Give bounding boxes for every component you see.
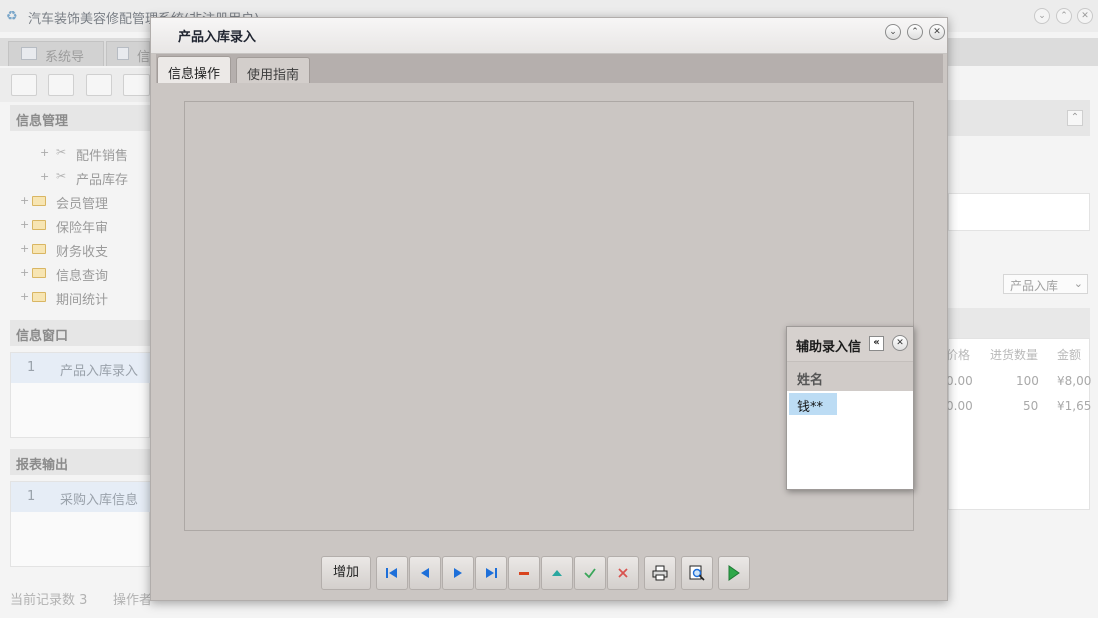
assist-entry-popup: 辅助录入信 « ✕ 姓名 钱** [786, 326, 914, 490]
grid-icon [117, 47, 129, 60]
tab-user-guide[interactable]: 使用指南 [236, 57, 311, 83]
monitor-icon [21, 47, 37, 60]
users-tool-icon[interactable] [123, 74, 150, 96]
tools-icon: ✂ [56, 145, 67, 159]
triangle-up-icon [552, 570, 562, 576]
minus-icon [519, 572, 529, 575]
dialog-header: 产品入库录入 ⌄ ⌃ ✕ [151, 18, 947, 54]
chevron-down-icon: ⌄ [1073, 277, 1083, 290]
tree-item-parts-sales[interactable]: + ✂ 配件销售 [40, 145, 150, 167]
operator-label: 操作者 [113, 593, 153, 608]
record-count: 当前记录数 3 [10, 593, 88, 608]
previous-record-button[interactable] [409, 556, 441, 590]
expand-icon[interactable]: + [20, 218, 29, 231]
add-button[interactable]: 增加 [321, 556, 371, 590]
list-tool-icon[interactable] [48, 74, 74, 96]
print-preview-button[interactable] [681, 556, 713, 590]
dialog-tabstrip: 信息操作 使用指南 [156, 54, 943, 84]
grid-cell: ¥8,00 [1057, 374, 1092, 388]
folder-icon [32, 196, 46, 206]
bg-right-input-area [948, 193, 1090, 231]
tab-info-operation[interactable]: 信息操作 [157, 56, 232, 84]
tab-info[interactable]: 信 [106, 41, 150, 66]
close-dialog-icon[interactable]: ✕ [929, 24, 945, 40]
section-info-window: 信息窗口 [10, 320, 150, 346]
folder-icon [32, 292, 46, 302]
next-record-button[interactable] [442, 556, 474, 590]
bg-tabbar-right [948, 38, 1098, 66]
column-header-name[interactable]: 姓名 [787, 361, 913, 391]
tools-icon: ✂ [56, 169, 67, 183]
list-item[interactable]: 1 采购入库信息 [11, 482, 150, 512]
bg-grid-toolbar [948, 308, 1090, 338]
last-record-button[interactable] [475, 556, 507, 590]
folder-icon [32, 244, 46, 254]
popup-header: 辅助录入信 « ✕ [787, 327, 913, 361]
cross-icon [618, 568, 628, 578]
maximize-icon[interactable]: ⌃ [1056, 8, 1072, 24]
app-logo-icon: ♻ [6, 9, 18, 24]
expand-icon[interactable]: + [20, 266, 29, 279]
play-icon [728, 565, 740, 581]
close-icon[interactable]: ✕ [1077, 8, 1093, 24]
maximize-dialog-icon[interactable]: ⌃ [907, 24, 923, 40]
stock-type-select[interactable]: 产品入库 ⌄ [1003, 274, 1088, 294]
popup-title: 辅助录入信 [796, 340, 862, 355]
expand-icon[interactable]: + [20, 290, 29, 303]
collapse-up-icon[interactable]: ⌃ [1067, 110, 1083, 126]
expand-icon[interactable]: + [40, 170, 49, 183]
edit-button[interactable] [541, 556, 573, 590]
previous-icon [421, 568, 429, 578]
record-toolbar: 增加 [319, 556, 751, 592]
expand-icon[interactable]: + [20, 242, 29, 255]
folder-icon [32, 268, 46, 278]
product-stock-in-dialog: 产品入库录入 ⌄ ⌃ ✕ 信息操作 使用指南 辅助录入信 « ✕ 姓名 钱** … [150, 17, 948, 601]
status-bar: 当前记录数 3 操作者 [0, 584, 153, 610]
print-button[interactable] [644, 556, 676, 590]
collapse-dialog-icon[interactable]: ⌄ [885, 24, 901, 40]
tree-folder-member[interactable]: + 会员管理 [20, 193, 150, 215]
tab-system-nav[interactable]: 系统导航 [8, 41, 104, 84]
first-record-button[interactable] [376, 556, 408, 590]
section-report-output: 报表输出 [10, 449, 150, 475]
search-tool-icon[interactable] [11, 74, 37, 96]
grid-header-amount: 金额 [1057, 348, 1082, 362]
list-item[interactable]: 1 产品入库录入 [11, 353, 150, 383]
grid-header-qty: 进货数量 [990, 348, 1039, 362]
section-info-management: 信息管理 [10, 105, 150, 131]
run-button[interactable] [718, 556, 750, 590]
minimize-icon[interactable]: ⌄ [1034, 8, 1050, 24]
grid-cell: ¥1,65 [1057, 399, 1092, 413]
printer-icon [652, 565, 668, 581]
checkmark-icon [584, 568, 596, 579]
grid-cell: 50 [1023, 399, 1039, 413]
tree-folder-finance[interactable]: + 财务收支 [20, 241, 150, 263]
tree-item-product-stock[interactable]: + ✂ 产品库存 [40, 169, 150, 191]
next-icon [454, 568, 462, 578]
first-record-icon [386, 568, 397, 578]
tree-folder-statistics[interactable]: + 期间统计 [20, 289, 150, 311]
cancel-button[interactable] [607, 556, 639, 590]
expand-icon[interactable]: + [20, 194, 29, 207]
document-tool-icon[interactable] [86, 74, 112, 96]
grid-cell: 0.00 [946, 399, 973, 413]
print-preview-icon [689, 565, 705, 581]
tree-folder-insurance[interactable]: + 保险年审 [20, 217, 150, 239]
grid-cell: 0.00 [946, 374, 973, 388]
bg-data-grid [948, 338, 1090, 510]
delete-button[interactable] [508, 556, 540, 590]
folder-icon [32, 220, 46, 230]
confirm-button[interactable] [574, 556, 606, 590]
last-record-icon [486, 568, 497, 578]
expand-icon[interactable]: + [40, 146, 49, 159]
dialog-title: 产品入库录入 [178, 30, 257, 45]
double-chevron-left-icon[interactable]: « [869, 336, 884, 351]
grid-header-price: 价格 [946, 348, 971, 362]
close-popup-icon[interactable]: ✕ [892, 335, 908, 351]
grid-cell: 100 [1016, 374, 1039, 388]
list-item[interactable]: 钱** [789, 393, 837, 415]
tree-folder-query[interactable]: + 信息查询 [20, 265, 150, 287]
